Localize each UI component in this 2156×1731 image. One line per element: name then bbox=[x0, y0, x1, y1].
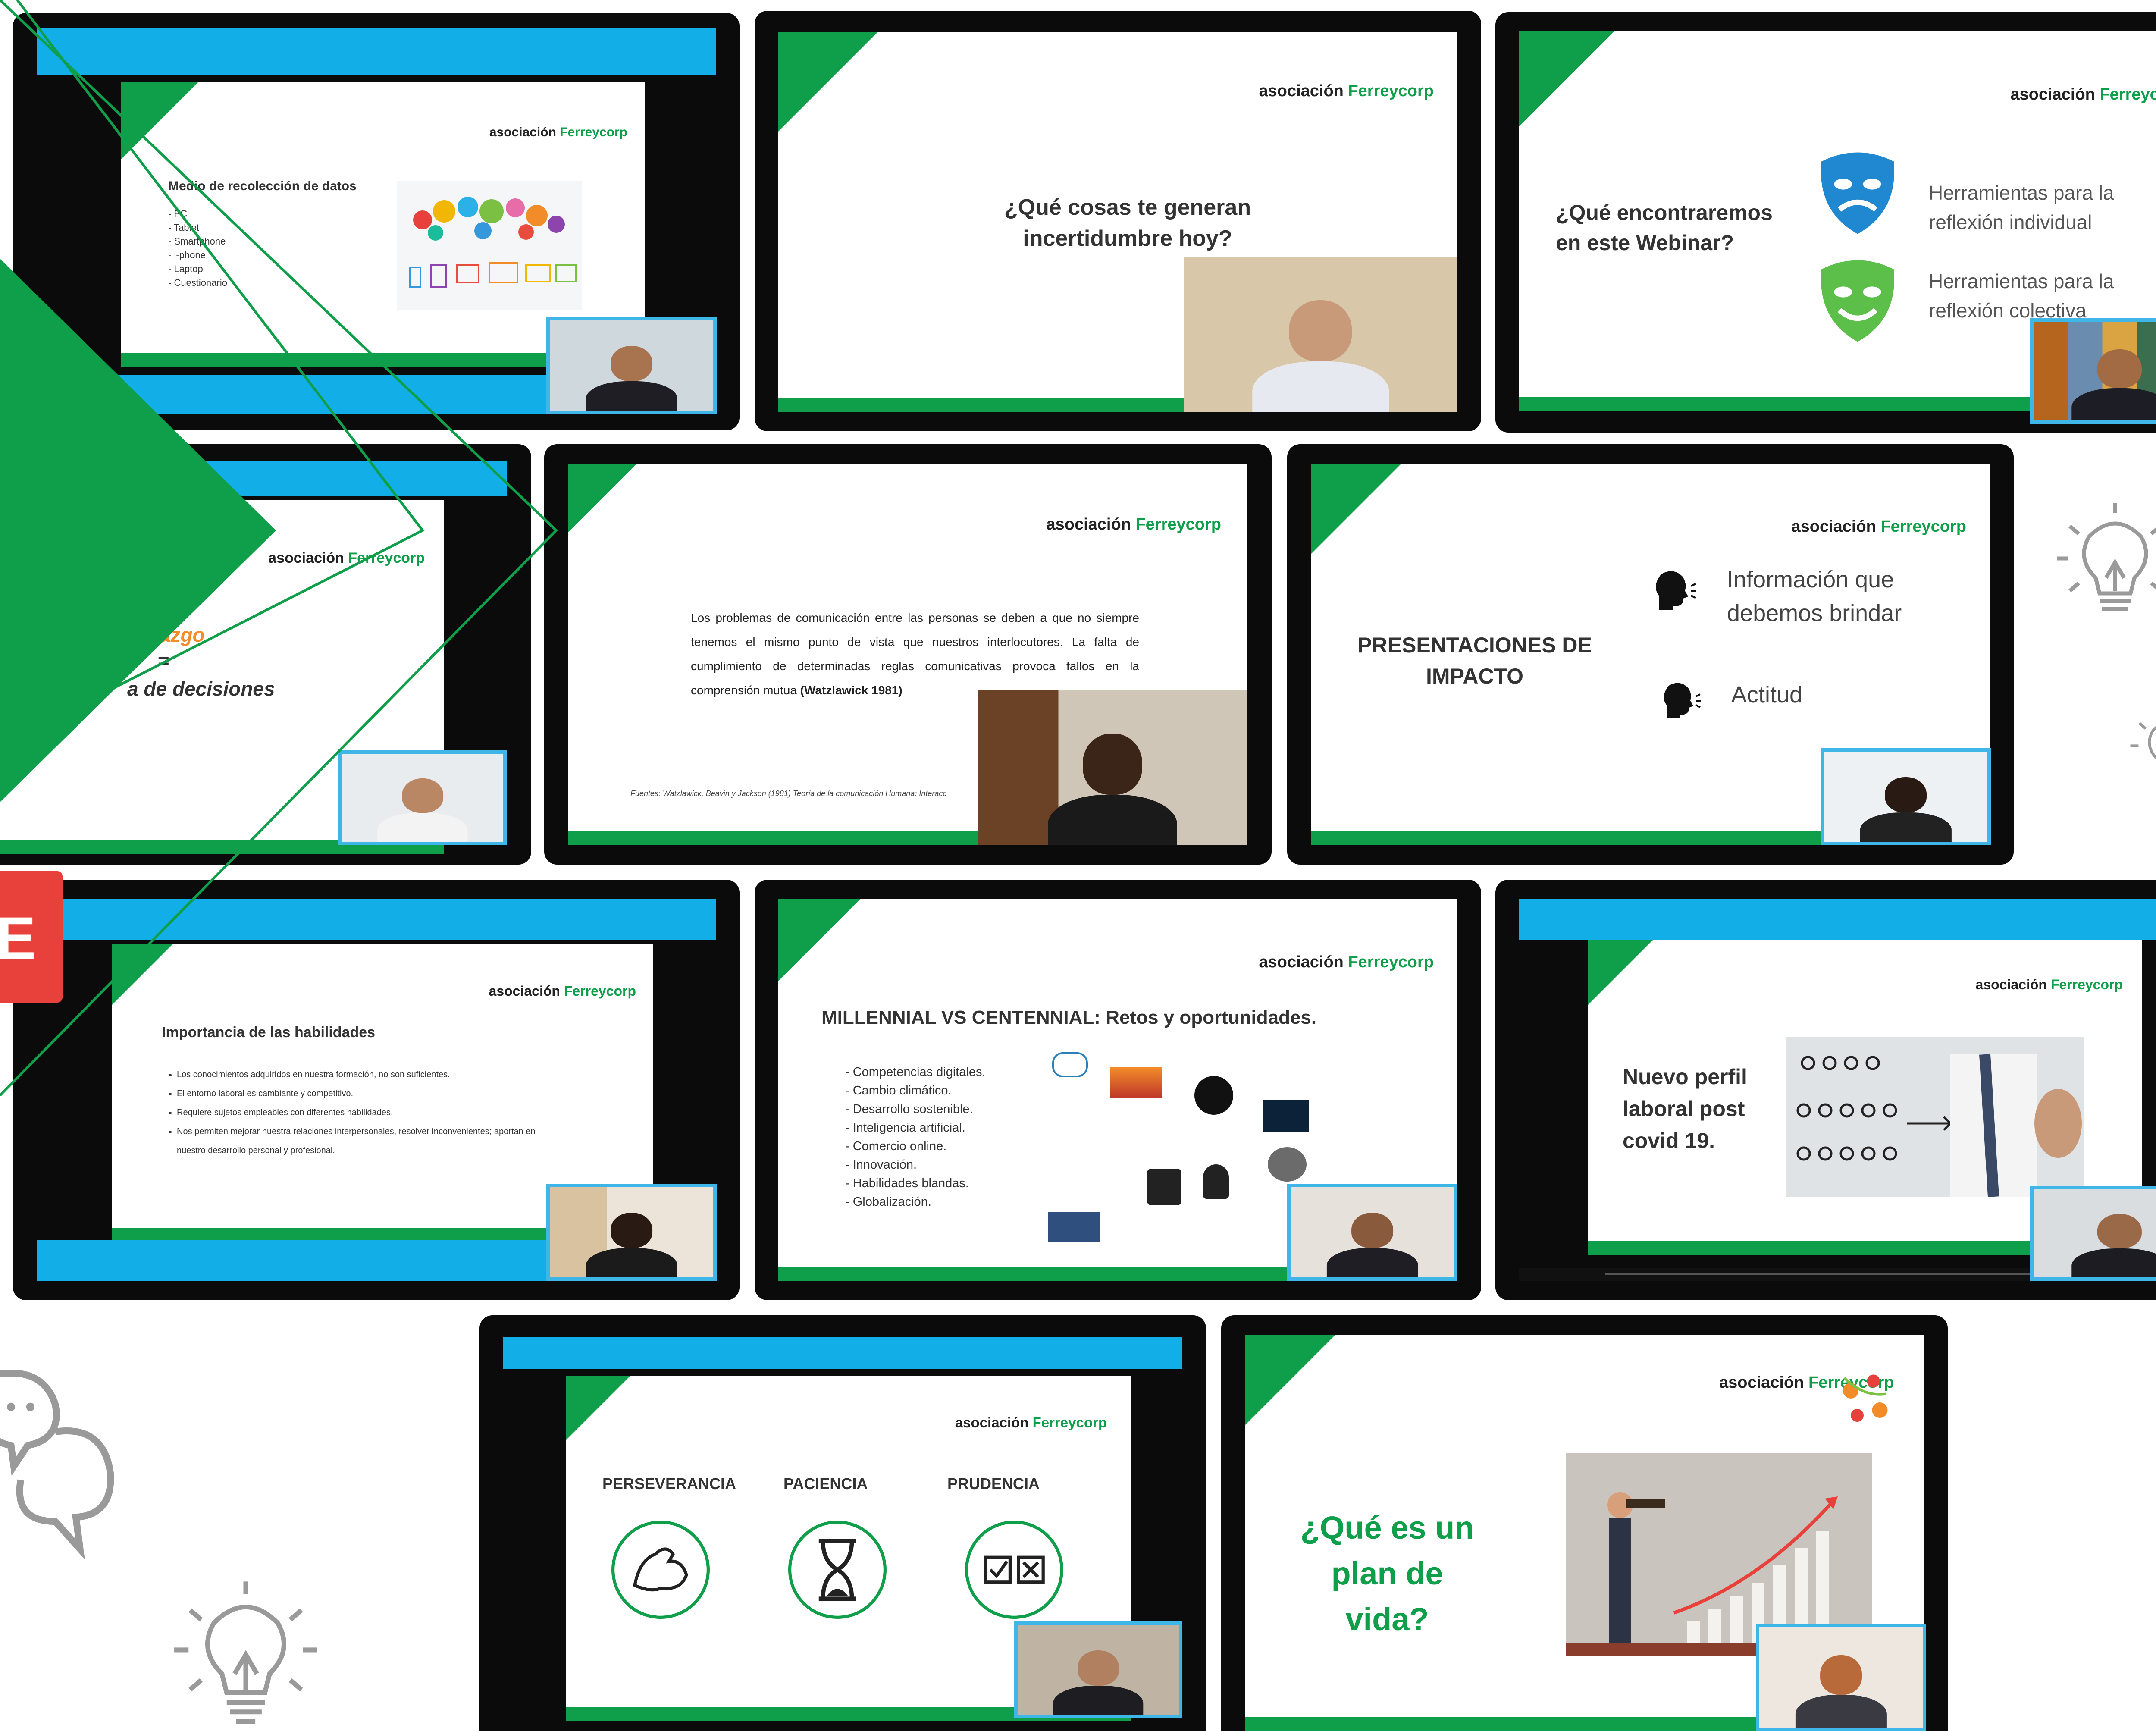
list-item: Desarrollo sostenible. bbox=[845, 1100, 986, 1119]
topic-list: Competencias digitales. Cambio climático… bbox=[845, 1063, 986, 1211]
webcam-tile bbox=[1014, 1621, 1182, 1718]
brand-logo: asociación Ferreycorp bbox=[1259, 953, 1434, 971]
webcam-tile bbox=[546, 1184, 717, 1281]
screenshot-frame-11: asociación Ferreycorp ¿Qué es un plan de… bbox=[1221, 1315, 1948, 1731]
webcam-tile bbox=[546, 317, 717, 414]
chat-bubbles-icon bbox=[0, 1370, 114, 1560]
flexed-arm-icon bbox=[611, 1521, 710, 1619]
slide-title: MILLENNIAL VS CENTENNIAL: Retos y oportu… bbox=[821, 1007, 1317, 1028]
speaking-head-icon bbox=[1664, 683, 1701, 718]
top-cyan-bar bbox=[1519, 899, 2156, 940]
digital-globe-image bbox=[1263, 1100, 1309, 1132]
label-paciencia: PACIENCIA bbox=[783, 1475, 868, 1493]
webcam-tile bbox=[1287, 1184, 1457, 1281]
screenshot-frame-9: asociación Ferreycorp Nuevo perfil labor… bbox=[1495, 880, 2156, 1300]
list-item: Nos permiten mejorar nuestra relaciones … bbox=[177, 1122, 565, 1160]
lightbulb-icon bbox=[2057, 503, 2156, 611]
brand-logo: asociación Ferreycorp bbox=[2010, 85, 2156, 103]
green-arrow-decoration bbox=[0, 0, 558, 1097]
holiday-ornament-icon bbox=[1843, 1374, 1888, 1422]
brand-logo: asociación Ferreycorp bbox=[1791, 517, 1966, 536]
screenshot-frame-8: asociación Ferreycorp MILLENNIAL VS CENT… bbox=[755, 880, 1481, 1300]
social-icons-image bbox=[1268, 1147, 1307, 1182]
top-cyan-bar bbox=[503, 1337, 1182, 1369]
webcam-tile bbox=[1184, 257, 1457, 412]
brand-logo: asociación Ferreycorp bbox=[955, 1414, 1107, 1430]
webcam-tile bbox=[2030, 318, 2156, 424]
webcam-tile bbox=[978, 690, 1247, 845]
webcam-tile bbox=[1821, 748, 1991, 845]
team-silhouettes-image bbox=[1048, 1212, 1100, 1242]
network-people-drawing-icon bbox=[1786, 1037, 2084, 1197]
slide-question: ¿Qué encontraremos en este Webinar? bbox=[1556, 201, 1773, 255]
side-tab: E bbox=[0, 871, 63, 1003]
list-item: Cambio climático. bbox=[845, 1082, 986, 1100]
webcam-tile bbox=[1756, 1624, 1926, 1731]
item-information: Información que debemos brindar bbox=[1727, 567, 1902, 626]
corner-triangle bbox=[1311, 464, 1401, 554]
screenshot-frame-3: asociación Ferreycorp ¿Qué encontraremos… bbox=[1495, 12, 2156, 433]
list-item: Inteligencia artificial. bbox=[845, 1119, 986, 1137]
item-attitude: Actitud bbox=[1731, 682, 1803, 708]
checkbox-icon bbox=[965, 1521, 1063, 1619]
screenshot-frame-6: asociación Ferreycorp PRESENTACIONES DE … bbox=[1287, 444, 2014, 865]
corner-triangle bbox=[778, 899, 860, 981]
slide-body-text: Los problemas de comunicación entre las … bbox=[691, 611, 1139, 697]
slide-question: ¿Qué cosas te generan incertidumbre hoy? bbox=[1004, 195, 1251, 251]
label-prudencia: PRUDENCIA bbox=[947, 1475, 1040, 1493]
theater-mask-green-icon bbox=[1821, 260, 1895, 342]
brand-logo: asociación Ferreycorp bbox=[1259, 82, 1434, 100]
webcam-tile bbox=[2030, 1186, 2156, 1281]
screenshot-frame-2: asociación Ferreycorp ¿Qué cosas te gene… bbox=[755, 11, 1481, 431]
cloud-device-icon bbox=[1052, 1052, 1088, 1077]
slide-question: ¿Qué es un plan de vida? bbox=[1300, 1510, 1474, 1637]
list-item: Habilidades blandas. bbox=[845, 1174, 986, 1193]
side-tab-letter: E bbox=[0, 904, 36, 972]
list-item: Innovación. bbox=[845, 1156, 986, 1174]
corner-triangle bbox=[568, 464, 637, 533]
list-item: Comercio online. bbox=[845, 1137, 986, 1156]
gear-cluster-icon bbox=[1194, 1076, 1233, 1115]
corner-triangle bbox=[1519, 31, 1614, 126]
theater-mask-blue-icon bbox=[1821, 152, 1895, 234]
hourglass-icon bbox=[788, 1521, 887, 1619]
corner-triangle bbox=[1245, 1335, 1335, 1425]
list-item: Requiere sujetos empleables con diferent… bbox=[177, 1103, 565, 1122]
slide-title: PRESENTACIONES DE IMPACTO bbox=[1357, 633, 1592, 688]
screenshot-frame-5: asociación Ferreycorp Los problemas de c… bbox=[544, 444, 1272, 865]
item-individual: Herramientas para la reflexión individua… bbox=[1929, 182, 2114, 233]
people-meeting-icon bbox=[1147, 1169, 1181, 1205]
sunset-image bbox=[1110, 1067, 1162, 1098]
lightbulb-icon bbox=[2130, 722, 2156, 760]
brand-logo: asociación Ferreycorp bbox=[1975, 977, 2123, 992]
slide-title: Nuevo perfil laboral post covid 19. bbox=[1623, 1065, 1747, 1153]
speaking-head-icon bbox=[1655, 571, 1696, 610]
list-item: Competencias digitales. bbox=[845, 1063, 986, 1082]
corner-triangle bbox=[566, 1376, 630, 1440]
screenshot-frame-10: asociación Ferreycorp PERSEVERANCIA PACI… bbox=[479, 1315, 1206, 1731]
slide-footnote: Fuentes: Watzlawick, Beavin y Jackson (1… bbox=[630, 789, 947, 798]
corner-triangle bbox=[778, 32, 877, 132]
corner-triangle bbox=[1588, 940, 1653, 1005]
list-item: Globalización. bbox=[845, 1193, 986, 1211]
brand-logo: asociación Ferreycorp bbox=[1046, 515, 1221, 533]
item-collective: Herramientas para la reflexión colectiva bbox=[1929, 270, 2114, 322]
lightbulb-icon bbox=[174, 1581, 317, 1724]
lightbulb-person-icon bbox=[1203, 1164, 1229, 1199]
label-perseverancia: PERSEVERANCIA bbox=[602, 1475, 736, 1493]
